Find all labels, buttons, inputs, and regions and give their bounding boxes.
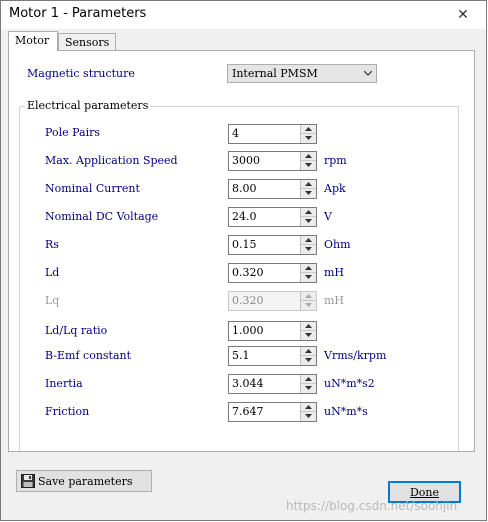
arrow-down-icon[interactable] [301, 245, 316, 254]
friction-value: 7.647 [232, 405, 264, 418]
ld-value: 0.320 [232, 266, 264, 279]
tab-sensors[interactable]: Sensors [58, 33, 116, 50]
lq-value: 0.320 [232, 294, 264, 307]
inertia-label: Inertia [45, 377, 83, 390]
ld-lq-ratio-value: 1.000 [232, 324, 264, 337]
max-speed-value: 3000 [232, 154, 260, 167]
save-parameters-button[interactable]: Save parameters [16, 470, 152, 492]
lq-unit: mH [324, 294, 345, 307]
nominal-dc-voltage-spinbox[interactable]: 24.0 [228, 207, 317, 227]
arrow-up-icon [301, 292, 316, 301]
spin-buttons [300, 403, 316, 421]
max-speed-label: Max. Application Speed [45, 154, 178, 167]
watermark: https://blog.csdn.net/soohjin [286, 499, 458, 513]
title-bar: Motor 1 - Parameters ✕ [1, 1, 486, 29]
inertia-value: 3.044 [232, 377, 264, 390]
group-title: Electrical parameters [25, 99, 151, 112]
magnetic-structure-label: Magnetic structure [27, 67, 135, 80]
nominal-current-label: Nominal Current [45, 182, 140, 195]
nominal-current-spinbox[interactable]: 8.00 [228, 179, 317, 199]
rs-label: Rs [45, 238, 59, 251]
friction-unit: uN*m*s [324, 405, 368, 418]
nominal-dc-voltage-unit: V [324, 210, 332, 223]
tab-motor[interactable]: Motor [8, 31, 58, 51]
arrow-down-icon[interactable] [301, 331, 316, 340]
ld-unit: mH [324, 266, 345, 279]
ld-lq-ratio-spinbox[interactable]: 1.000 [228, 321, 317, 341]
save-parameters-label: Save parameters [38, 475, 133, 488]
motor-tab-panel: Magnetic structure Internal PMSM Electri… [8, 50, 475, 452]
pole-pairs-value: 4 [232, 127, 239, 140]
spin-buttons [300, 208, 316, 226]
spin-buttons [300, 180, 316, 198]
arrow-up-icon[interactable] [301, 208, 316, 217]
spin-buttons [300, 236, 316, 254]
nominal-dc-voltage-value: 24.0 [232, 210, 257, 223]
lq-spinbox: 0.320 [228, 291, 317, 311]
arrow-up-icon[interactable] [301, 375, 316, 384]
arrow-up-icon[interactable] [301, 264, 316, 273]
ld-lq-ratio-label: Ld/Lq ratio [45, 324, 108, 337]
arrow-up-icon[interactable] [301, 180, 316, 189]
arrow-down-icon[interactable] [301, 412, 316, 421]
ld-label: Ld [45, 266, 60, 279]
rs-spinbox[interactable]: 0.15 [228, 235, 317, 255]
done-label: Done [409, 486, 440, 499]
rs-unit: Ohm [324, 238, 351, 251]
arrow-down-icon[interactable] [301, 273, 316, 282]
friction-spinbox[interactable]: 7.647 [228, 402, 317, 422]
arrow-down-icon[interactable] [301, 384, 316, 393]
chevron-down-icon [364, 70, 372, 76]
arrow-down-icon[interactable] [301, 217, 316, 226]
arrow-up-icon[interactable] [301, 347, 316, 356]
pole-pairs-spinbox[interactable]: 4 [228, 124, 317, 144]
pole-pairs-label: Pole Pairs [45, 126, 100, 139]
arrow-down-icon [301, 301, 316, 310]
max-speed-spinbox[interactable]: 3000 [228, 151, 317, 171]
parameters-dialog: Motor 1 - Parameters ✕ Motor Sensors Mag… [0, 0, 487, 521]
close-icon[interactable]: ✕ [440, 1, 486, 29]
lq-label: Lq [45, 294, 60, 307]
bemf-constant-unit: Vrms/krpm [324, 349, 387, 362]
arrow-up-icon[interactable] [301, 322, 316, 331]
rs-value: 0.15 [232, 238, 257, 251]
inertia-spinbox[interactable]: 3.044 [228, 374, 317, 394]
spin-buttons [300, 322, 316, 340]
arrow-down-icon[interactable] [301, 189, 316, 198]
friction-label: Friction [45, 405, 90, 418]
spin-buttons [300, 292, 316, 310]
ld-spinbox[interactable]: 0.320 [228, 263, 317, 283]
arrow-up-icon[interactable] [301, 152, 316, 161]
spin-buttons [300, 152, 316, 170]
arrow-up-icon[interactable] [301, 125, 316, 134]
max-speed-unit: rpm [324, 154, 347, 167]
nominal-current-unit: Apk [324, 182, 346, 195]
spin-buttons [300, 125, 316, 143]
bemf-constant-label: B-Emf constant [45, 349, 132, 362]
arrow-down-icon[interactable] [301, 134, 316, 143]
nominal-current-value: 8.00 [232, 182, 257, 195]
floppy-disk-icon [21, 474, 35, 488]
arrow-up-icon[interactable] [301, 236, 316, 245]
arrow-up-icon[interactable] [301, 403, 316, 412]
arrow-down-icon[interactable] [301, 356, 316, 365]
magnetic-structure-dropdown[interactable]: Internal PMSM [227, 64, 377, 83]
spin-buttons [300, 347, 316, 365]
nominal-dc-voltage-label: Nominal DC Voltage [45, 210, 159, 223]
spin-buttons [300, 264, 316, 282]
bemf-constant-spinbox[interactable]: 5.1 [228, 346, 317, 366]
arrow-down-icon[interactable] [301, 161, 316, 170]
magnetic-structure-value: Internal PMSM [232, 67, 318, 80]
bemf-constant-value: 5.1 [232, 349, 250, 362]
spin-buttons [300, 375, 316, 393]
inertia-unit: uN*m*s2 [324, 377, 375, 390]
window-title: Motor 1 - Parameters [9, 6, 147, 21]
